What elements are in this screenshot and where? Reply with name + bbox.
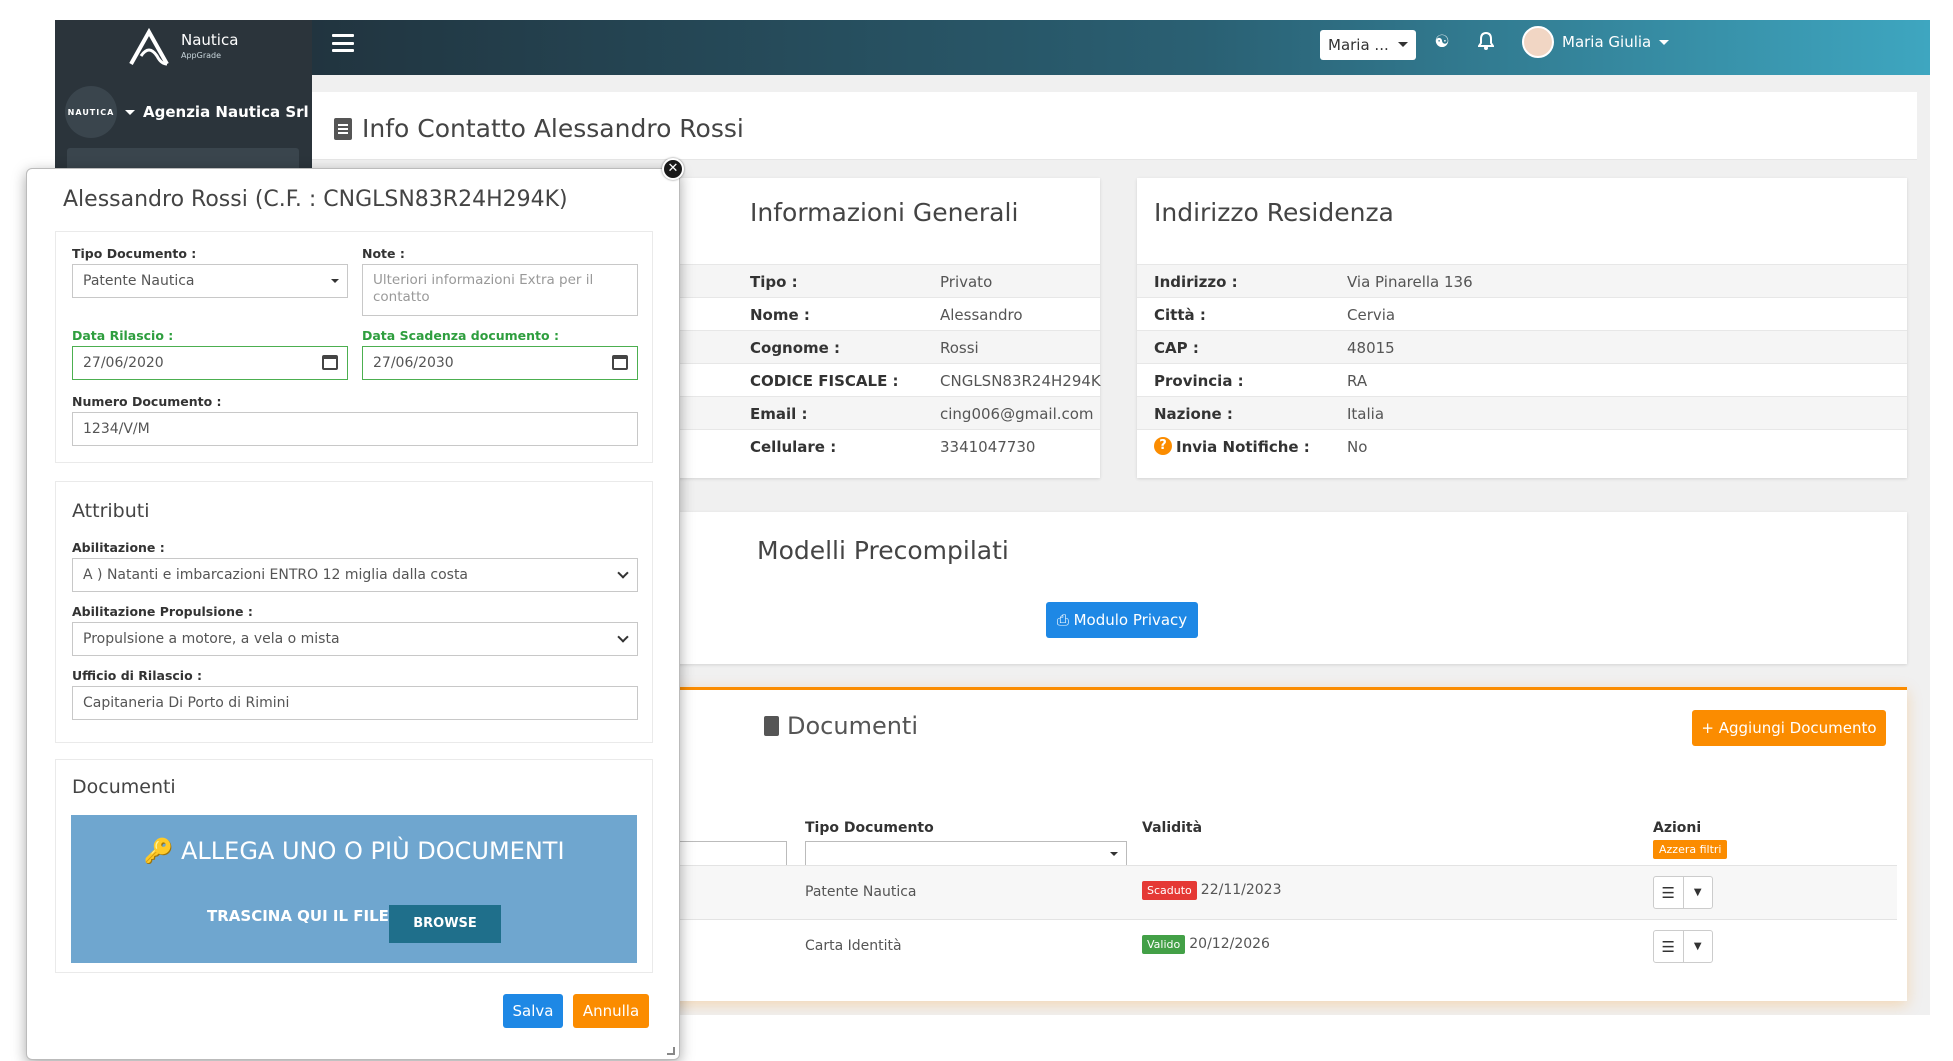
- status-badge: Valido: [1142, 935, 1186, 954]
- modal-title: Alessandro Rossi (C.F. : CNGLSN83R24H294…: [63, 187, 568, 212]
- attributi-panel: Attributi Abilitazione : A ) Natanti e i…: [55, 481, 653, 743]
- user-select[interactable]: Maria ...: [1320, 30, 1416, 60]
- documento-modal: Alessandro Rossi (C.F. : CNGLSN83R24H294…: [26, 168, 680, 1060]
- file-dropzone[interactable]: 🔑 ALLEGA UNO O PIÙ DOCUMENTI TRASCINA QU…: [71, 815, 637, 963]
- user-menu[interactable]: Maria Giulia: [1522, 26, 1670, 58]
- card-title: Indirizzo Residenza: [1154, 198, 1394, 227]
- aggiungi-documento-button[interactable]: + Aggiungi Documento: [1692, 710, 1886, 746]
- panel-title: Attributi: [72, 500, 150, 522]
- propulsione-select[interactable]: Propulsione a motore, a vela o mista: [72, 622, 638, 656]
- logo-icon: [129, 27, 169, 66]
- caret-down-icon: [331, 279, 339, 287]
- key-icon: 🔑: [143, 837, 174, 865]
- data-scadenza-input[interactable]: 27/06/2030: [362, 346, 638, 380]
- page-header: Info Contatto Alessandro Rossi: [312, 92, 1917, 160]
- caret-down-icon[interactable]: ▼: [1682, 877, 1713, 908]
- logo-subtitle: AppGrade: [181, 51, 222, 60]
- column-header: Validità: [1142, 820, 1203, 836]
- row-actions[interactable]: ☰ ▼: [1653, 876, 1713, 909]
- ufficio-rilascio-input[interactable]: Capitaneria Di Porto di Rimini: [72, 686, 638, 720]
- column-header: Azioni: [1653, 820, 1702, 836]
- caret-down-icon: [125, 109, 135, 120]
- documenti-card: Documenti + Aggiungi Documento Tipo Docu…: [565, 687, 1907, 1001]
- caret-down-icon[interactable]: ▼: [1682, 931, 1713, 962]
- agency-avatar: NAUTICA: [65, 86, 117, 138]
- indirizzo-card: Indirizzo Residenza Indirizzo : Via Pinar…: [1137, 178, 1907, 478]
- avatar: [1522, 26, 1554, 58]
- calendar-icon[interactable]: [612, 355, 628, 370]
- caret-down-icon: [1110, 852, 1118, 860]
- kv-row: ? Invia Notifiche : No: [1137, 429, 1907, 462]
- hamburger-menu-icon[interactable]: [332, 34, 354, 52]
- azzera-filtri-button[interactable]: Azzera filtri: [1653, 840, 1728, 859]
- kv-row: Indirizzo : Via Pinarella 136: [1137, 264, 1907, 297]
- kv-row: Provincia : RA: [1137, 363, 1907, 396]
- calendar-icon[interactable]: [322, 355, 338, 370]
- kv-row: CAP :48015: [1137, 330, 1907, 363]
- card-title: Informazioni Generali: [750, 198, 1019, 227]
- numero-documento-input[interactable]: 1234/V/M: [72, 412, 638, 446]
- note-textarea[interactable]: Ulteriori informazioni Extra per il cont…: [362, 264, 638, 316]
- close-icon[interactable]: ✕: [662, 158, 684, 180]
- accessibility-icon[interactable]: ☯: [1431, 32, 1453, 54]
- kv-row: Nazione : Italia: [1137, 396, 1907, 429]
- bell-icon[interactable]: [1475, 31, 1497, 54]
- agency-name: Agenzia Nautica Srl: [143, 103, 309, 121]
- status-badge: Scaduto: [1142, 881, 1197, 900]
- card-title: Documenti: [787, 712, 919, 740]
- page-title: Info Contatto Alessandro Rossi: [362, 114, 744, 143]
- table-row: Patente Nautica Scaduto 22/11/2023 ☰ ▼: [565, 865, 1897, 919]
- list-icon[interactable]: ☰: [1654, 931, 1683, 962]
- document-fields-panel: Tipo Documento : Patente Nautica Note : …: [55, 231, 653, 463]
- salva-button[interactable]: Salva: [503, 994, 563, 1028]
- card-title: Modelli Precompilati: [757, 536, 1009, 565]
- tipo-documento-select[interactable]: Patente Nautica: [72, 264, 348, 298]
- row-actions[interactable]: ☰ ▼: [1653, 930, 1713, 963]
- column-header: Tipo Documento: [805, 820, 934, 836]
- app-logo[interactable]: Nautica AppGrade: [123, 26, 238, 70]
- abilitazione-select[interactable]: A ) Natanti e imbarcazioni ENTRO 12 migl…: [72, 558, 638, 592]
- contact-book-icon: [334, 117, 352, 140]
- table-row: Carta Identità Valido 20/12/2026 ☰ ▼: [565, 919, 1897, 973]
- annulla-button[interactable]: Annulla: [573, 994, 649, 1028]
- topbar: Maria ... ☯ Maria Giulia: [312, 20, 1930, 75]
- chevron-down-icon: [617, 567, 629, 579]
- file-icon: [764, 716, 779, 736]
- browse-button[interactable]: BROWSE: [389, 905, 501, 943]
- print-icon: ⎙: [1056, 611, 1069, 629]
- user-name: Maria Giulia: [1562, 33, 1652, 51]
- logo-name: Nautica: [181, 31, 239, 49]
- help-icon[interactable]: ?: [1154, 437, 1172, 455]
- dropzone-text: TRASCINA QUI IL FILE -: [207, 907, 401, 925]
- panel-title: Documenti: [72, 776, 176, 798]
- modelli-card: Modelli Precompilati ⎙ Modulo Privacy: [565, 512, 1907, 664]
- resize-handle[interactable]: [667, 1047, 675, 1055]
- caret-down-icon: [1659, 39, 1670, 50]
- modulo-privacy-button[interactable]: ⎙ Modulo Privacy: [1046, 602, 1198, 638]
- list-icon[interactable]: ☰: [1654, 877, 1683, 908]
- agency-selector[interactable]: NAUTICA Agenzia Nautica Srl: [65, 86, 309, 138]
- data-rilascio-input[interactable]: 27/06/2020: [72, 346, 348, 380]
- tipo-documento-filter[interactable]: [805, 841, 1127, 867]
- chevron-down-icon: [617, 631, 629, 643]
- kv-row: Città : Cervia: [1137, 297, 1907, 330]
